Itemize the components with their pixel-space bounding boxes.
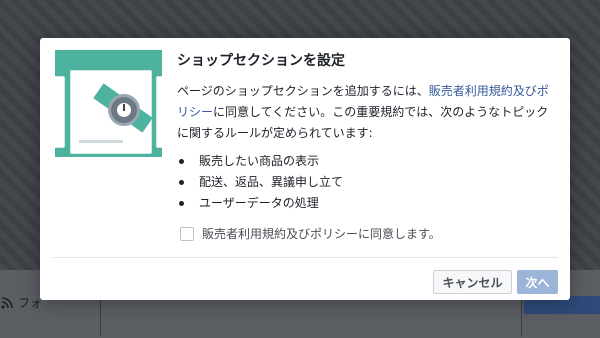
description-text-1: ページのショップセクションを追加するには、 [177,84,429,98]
next-button[interactable]: 次へ [517,270,558,294]
cancel-button[interactable]: キャンセル [433,270,512,294]
illustration-card-main [70,70,153,154]
shop-section-dialog: ショップセクションを設定 ページのショップセクションを追加するには、販売者利用規… [40,38,570,300]
shop-illustration [55,50,162,157]
agree-label: 販売者利用規約及びポリシーに同意します。 [202,227,441,241]
agree-checkbox-row[interactable]: 販売者利用規約及びポリシーに同意します。 [180,225,441,242]
footer-divider [52,257,558,258]
list-item: 販売したい商品の表示 [177,151,343,172]
follow-button[interactable]: フォ [0,294,42,311]
follow-label: フォ [18,296,43,310]
dialog-title: ショップセクションを設定 [177,53,345,69]
description-text-2: に同意してください。この重要規約では、次のようなトピックに関するルールが定められ… [177,105,549,140]
illustration-card-left [55,76,65,148]
background-panel [100,296,522,337]
topic-list: 販売したい商品の表示 配送、返品、異議申し立て ユーザーデータの処理 [177,151,343,214]
watch-icon [108,94,140,126]
list-item: 配送、返品、異議申し立て [177,172,343,193]
illustration-card-line [79,140,123,143]
dialog-description: ページのショップセクションを追加するには、販売者利用規約及びポリシーに同意してく… [177,81,557,144]
rss-icon [1,296,13,309]
list-item: ユーザーデータの処理 [177,193,343,214]
agree-checkbox[interactable] [180,226,194,241]
illustration-card-right [156,76,162,148]
